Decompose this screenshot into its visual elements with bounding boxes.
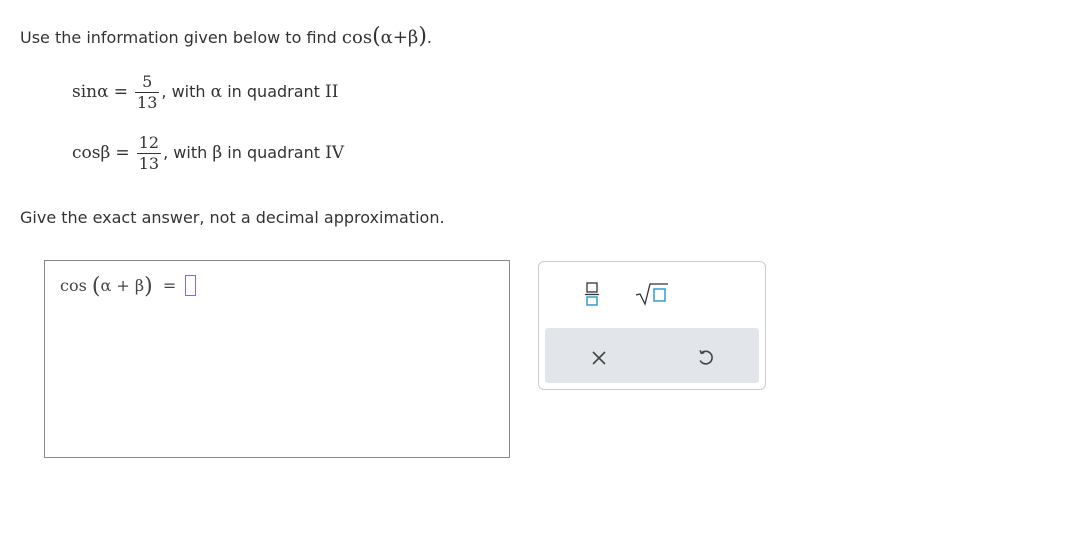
prompt-fn: cos (341, 27, 373, 48)
answer-eq: = (162, 276, 177, 295)
prompt-text: Use the information given below to find (20, 28, 337, 47)
given-fn: sin (72, 82, 98, 102)
clear-icon (592, 351, 606, 365)
square-root-button[interactable] (630, 276, 674, 312)
prompt-expr: α+β (380, 27, 419, 48)
instruction-text: Give the exact answer, not a decimal app… (20, 208, 445, 227)
denominator: 13 (138, 154, 160, 173)
given-fraction: 5 13 (135, 72, 160, 113)
given-var: α (97, 82, 109, 102)
given-eq: = (115, 143, 130, 163)
numerator: 5 (142, 72, 153, 91)
comma: , (161, 82, 167, 101)
given-cos-beta: cosβ = 12 13 , with β in quadrant IV (72, 133, 344, 174)
given-sin-alpha: sinα = 5 13 , with α in quadrant II (72, 72, 338, 113)
given-fn: cos (72, 143, 101, 163)
answer-expression: cos (α + β) = (60, 274, 197, 299)
square-root-icon (635, 283, 668, 306)
answer-fn: cos (60, 276, 87, 295)
given-var2: β (212, 143, 223, 163)
undo-button[interactable] (692, 344, 720, 372)
fraction-icon (585, 282, 599, 306)
quadrant: IV (325, 143, 345, 163)
comma: , (163, 143, 169, 162)
denominator: 13 (137, 93, 158, 112)
numerator: 12 (138, 133, 160, 152)
given-var: β (100, 143, 111, 163)
given-var2: α (210, 82, 223, 102)
quadrant: II (325, 82, 339, 102)
action-bar (545, 328, 759, 383)
given-eq: = (113, 82, 128, 102)
undo-icon (699, 350, 713, 365)
with-text: with (171, 82, 206, 101)
with-text: with (173, 143, 208, 162)
answer-slot[interactable] (185, 275, 197, 296)
prompt-end: . (426, 28, 433, 47)
answer-inner: α + β (100, 276, 145, 295)
clear-button[interactable] (585, 345, 613, 371)
given-fraction: 12 13 (136, 133, 162, 174)
in-quadrant-text: in quadrant (227, 143, 320, 162)
in-quadrant-text: in quadrant (227, 82, 320, 101)
question-prompt: Use the information given below to find … (20, 24, 433, 49)
fraction-button[interactable] (572, 276, 612, 312)
